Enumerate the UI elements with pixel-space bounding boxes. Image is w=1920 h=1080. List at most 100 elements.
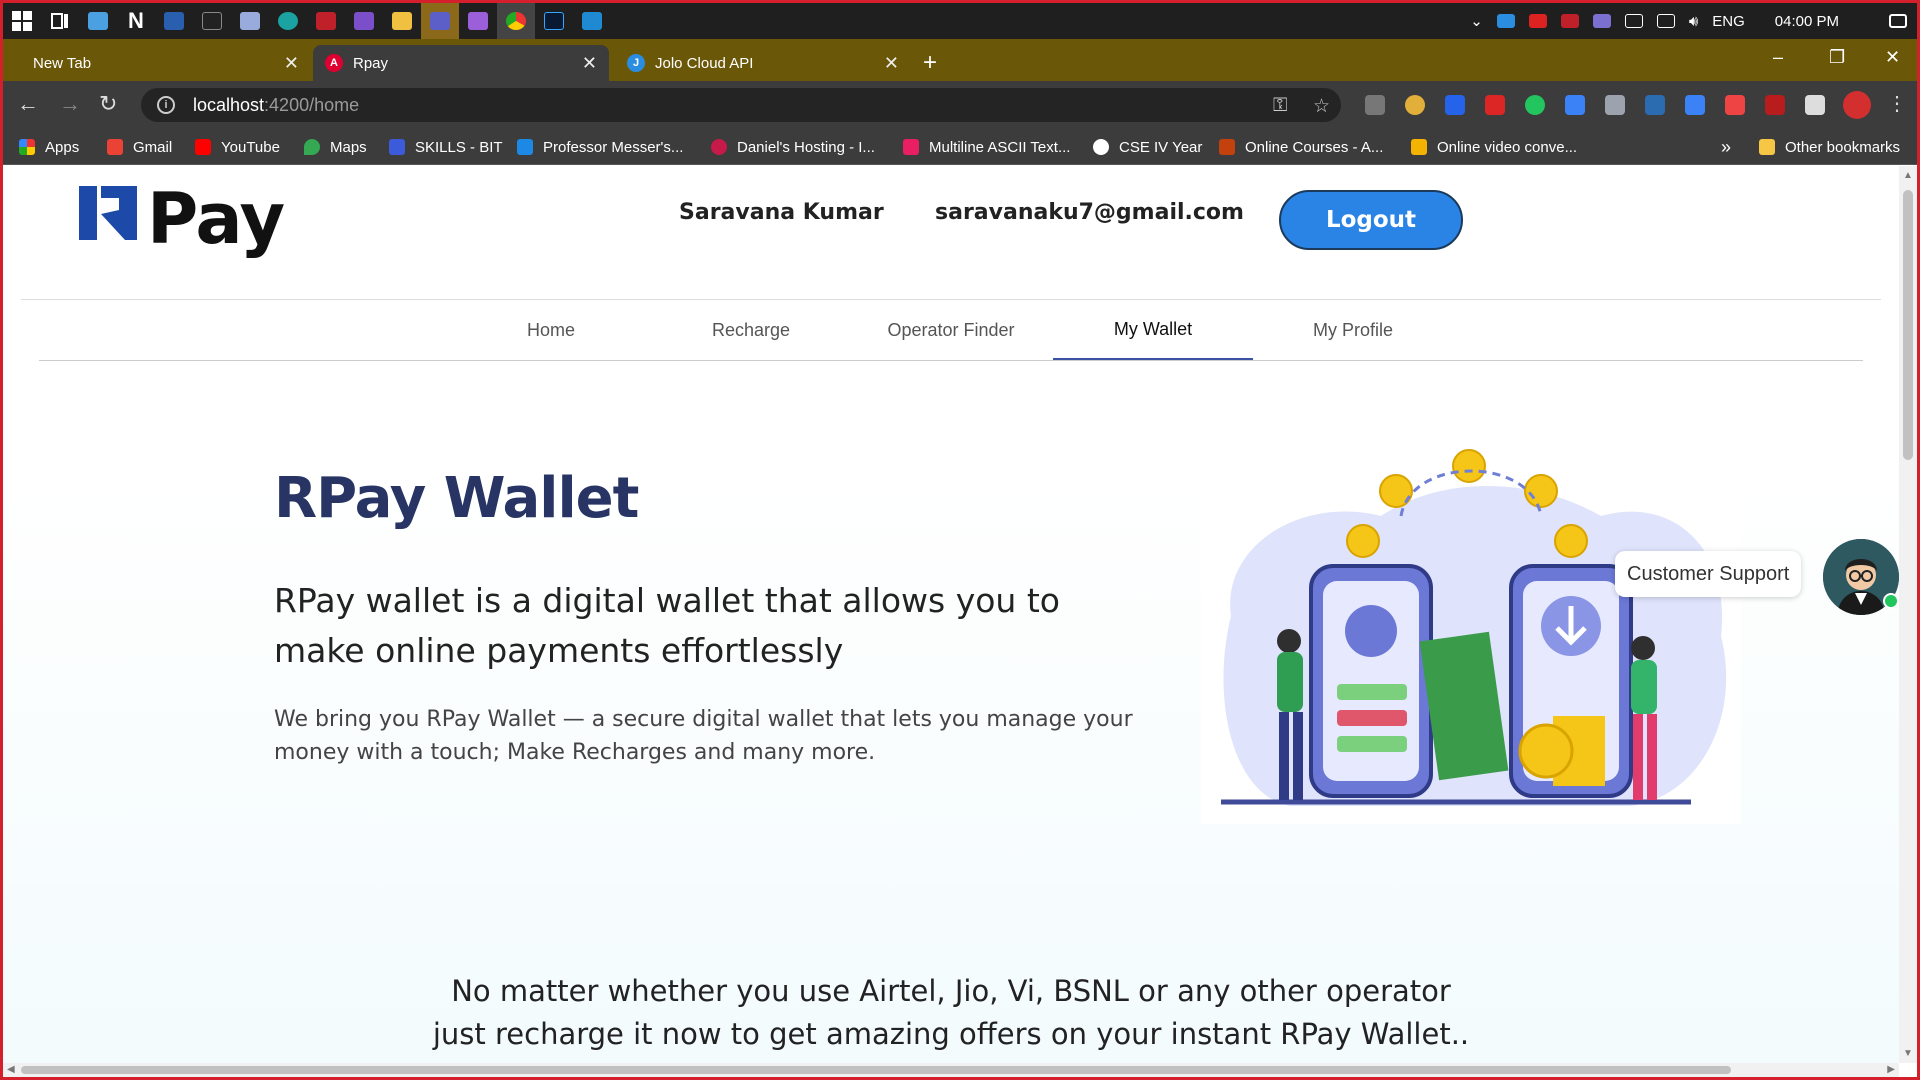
extension-icon[interactable] — [1525, 95, 1545, 115]
close-icon[interactable]: ✕ — [884, 53, 899, 74]
site-info-icon[interactable]: i — [157, 96, 175, 114]
scrollbar-thumb[interactable] — [1903, 190, 1913, 460]
tab-recharge[interactable]: Recharge — [651, 300, 851, 360]
extension-icon[interactable] — [1365, 95, 1385, 115]
chevron-up-icon[interactable]: ⌄ — [1470, 12, 1483, 30]
logo-text: Pay — [147, 178, 285, 260]
bookmark-item[interactable]: Multiline ASCII Text... — [903, 129, 1070, 165]
language-indicator[interactable]: ENG — [1712, 13, 1745, 30]
extension-icon[interactable] — [1485, 95, 1505, 115]
scroll-up-icon[interactable]: ▲ — [1903, 170, 1913, 181]
onedrive-icon[interactable] — [1496, 14, 1515, 28]
tab-rpay[interactable]: A Rpay ✕ — [313, 45, 609, 81]
close-icon[interactable]: ✕ — [582, 53, 597, 74]
vscode-icon[interactable] — [573, 3, 611, 39]
chrome-icon[interactable] — [497, 3, 535, 39]
user-name: Saravana Kumar — [679, 200, 884, 225]
logout-button[interactable]: Logout — [1279, 190, 1463, 250]
extension-icon[interactable] — [1685, 95, 1705, 115]
scroll-down-icon[interactable]: ▼ — [1903, 1048, 1913, 1059]
close-icon[interactable]: ✕ — [284, 53, 299, 74]
video-converter-icon — [1411, 139, 1427, 155]
scrollbar-thumb[interactable] — [21, 1066, 1731, 1074]
bookmark-item[interactable]: Online Courses - A... — [1219, 129, 1383, 165]
photoshop-icon[interactable] — [535, 3, 573, 39]
vertical-scrollbar[interactable]: ▲ ▼ — [1899, 166, 1917, 1063]
bookmark-item[interactable]: Apps — [19, 129, 79, 165]
restore-icon[interactable]: ❐ — [1829, 47, 1845, 68]
extension-icon[interactable] — [1605, 95, 1625, 115]
taskbar-app-icon[interactable] — [79, 3, 117, 39]
folder-icon — [1759, 139, 1775, 155]
taskbar-app-icon[interactable] — [193, 3, 231, 39]
bookmarks-bar: Apps Gmail YouTube Maps SKILLS - BIT Pro… — [3, 129, 1917, 165]
extension-icon[interactable] — [1405, 95, 1425, 115]
back-icon[interactable]: ← — [17, 91, 39, 117]
bookmark-item[interactable]: Gmail — [107, 129, 172, 165]
windows-start-icon[interactable] — [3, 3, 41, 39]
menu-icon[interactable]: ⋮ — [1887, 91, 1907, 116]
horizontal-scrollbar[interactable]: ◀ ▶ — [3, 1063, 1899, 1077]
profile-avatar[interactable] — [1843, 91, 1871, 119]
address-bar[interactable]: i localhost :4200/home ⚿ ☆ — [141, 88, 1341, 122]
tab-my-wallet[interactable]: My Wallet — [1053, 300, 1253, 360]
promo-line-1: No matter whether you use Airtel, Jio, V… — [451, 974, 1451, 1008]
operator-promo-text: No matter whether you use Airtel, Jio, V… — [3, 970, 1899, 1056]
bookmark-item[interactable]: Maps — [304, 129, 367, 165]
taskbar-app-icon[interactable] — [155, 3, 193, 39]
star-icon[interactable]: ☆ — [1313, 95, 1330, 118]
bookmark-item[interactable]: YouTube — [195, 129, 280, 165]
minimize-icon[interactable]: – — [1773, 47, 1783, 68]
close-window-icon[interactable]: ✕ — [1885, 47, 1900, 68]
gmail-icon — [107, 139, 123, 155]
skills-icon — [389, 139, 405, 155]
notification-icon[interactable] — [1889, 14, 1907, 28]
edge-icon[interactable] — [269, 3, 307, 39]
bookmark-item[interactable]: Online video conve... — [1411, 129, 1577, 165]
puzzle-icon[interactable] — [1805, 95, 1825, 115]
visual-studio-icon[interactable] — [459, 3, 497, 39]
tab-my-profile[interactable]: My Profile — [1253, 300, 1453, 360]
tray-app-icon[interactable] — [1592, 14, 1611, 28]
browser-tab-strip: New Tab ✕ A Rpay ✕ J Jolo Cloud API ✕ — [3, 39, 1917, 81]
extension-icon[interactable] — [1645, 95, 1665, 115]
visual-studio-icon[interactable] — [345, 3, 383, 39]
extension-icon[interactable] — [1565, 95, 1585, 115]
angular-icon: A — [325, 54, 343, 72]
tab-operator-finder[interactable]: Operator Finder — [851, 300, 1051, 360]
customer-support-label[interactable]: Customer Support — [1615, 551, 1802, 597]
bookmark-item[interactable]: Professor Messer's... — [517, 129, 683, 165]
extension-icon[interactable] — [1725, 95, 1745, 115]
other-bookmarks[interactable]: Other bookmarks — [1759, 129, 1900, 165]
bookmark-item[interactable]: SKILLS - BIT — [389, 129, 503, 165]
key-icon[interactable]: ⚿ — [1273, 95, 1287, 117]
file-explorer-icon[interactable] — [383, 3, 421, 39]
rpay-logo[interactable]: Pay — [79, 178, 285, 260]
clock[interactable]: 04:00 PM — [1775, 13, 1839, 30]
reload-icon[interactable]: ↻ — [99, 91, 117, 117]
tab-jolo-cloud-api[interactable]: J Jolo Cloud API ✕ — [615, 45, 911, 81]
bookmark-item[interactable]: CSE IV Year — [1093, 129, 1202, 165]
volume-icon[interactable]: 🔊︎ — [1689, 13, 1698, 30]
extension-icon[interactable] — [1445, 95, 1465, 115]
tab-title: Jolo Cloud API — [655, 54, 754, 72]
network-icon[interactable] — [1656, 14, 1675, 28]
forward-icon[interactable]: → — [59, 91, 81, 117]
taskbar-app-icon[interactable]: N — [117, 3, 155, 39]
extension-icon[interactable] — [1765, 95, 1785, 115]
task-view-icon[interactable] — [41, 3, 79, 39]
teams-icon[interactable] — [421, 3, 459, 39]
user-email: saravanaku7@gmail.com — [935, 200, 1244, 225]
scroll-left-icon[interactable]: ◀ — [7, 1064, 15, 1075]
battery-icon[interactable] — [1624, 14, 1643, 28]
new-tab-button[interactable]: + — [923, 49, 937, 77]
tray-app-icon[interactable] — [1560, 14, 1579, 28]
scroll-right-icon[interactable]: ▶ — [1887, 1064, 1895, 1075]
taskbar-app-icon[interactable] — [307, 3, 345, 39]
tab-new-tab[interactable]: New Tab ✕ — [11, 45, 311, 81]
tray-app-icon[interactable] — [1528, 14, 1547, 28]
bookmark-item[interactable]: Daniel's Hosting - I... — [711, 129, 875, 165]
bookmarks-overflow-button[interactable]: » — [1721, 129, 1731, 165]
taskbar-app-icon[interactable] — [231, 3, 269, 39]
tab-home[interactable]: Home — [451, 300, 651, 360]
